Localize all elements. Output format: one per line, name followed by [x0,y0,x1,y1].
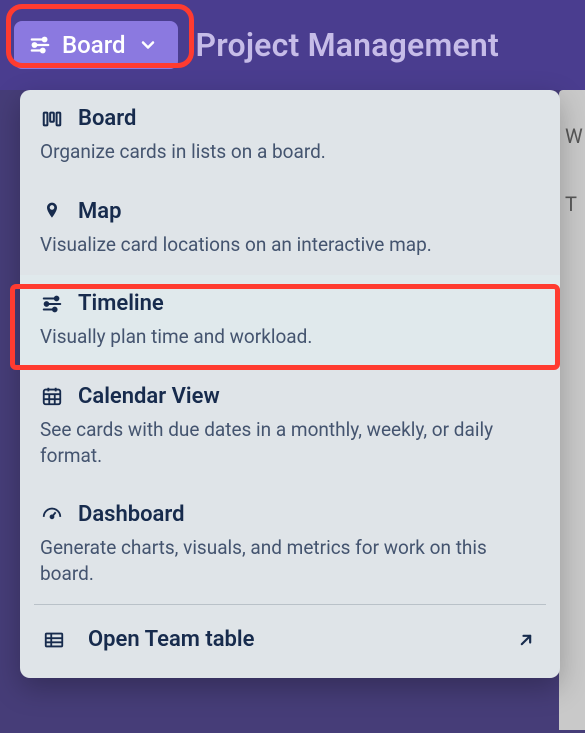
dropdown-item-title: Calendar View [78,384,220,409]
dropdown-open-team-table[interactable]: Open Team table [20,605,560,678]
topbar: Board Project Management [0,0,585,90]
dropdown-item-calendar[interactable]: Calendar View See cards with due dates i… [20,368,560,486]
table-icon [42,628,66,652]
dropdown-item-title: Map [78,199,121,224]
chevron-down-icon [136,33,160,57]
board-icon [40,107,64,131]
dropdown-item-title: Dashboard [78,502,184,527]
page-title: Project Management [196,26,499,64]
dropdown-item-desc: Visually plan time and workload. [40,324,540,350]
dropdown-open-team-table-label: Open Team table [88,627,492,652]
timeline-icon [28,33,52,57]
view-switcher-dropdown: Board Organize cards in lists on a board… [20,90,560,678]
view-switcher[interactable]: Board [14,21,178,69]
dropdown-item-desc: Visualize card locations on an interacti… [40,232,540,258]
dropdown-item-map[interactable]: Map Visualize card locations on an inter… [20,183,560,276]
dropdown-item-timeline[interactable]: Timeline Visually plan time and workload… [20,275,560,368]
dropdown-item-desc: Organize cards in lists on a board. [40,139,540,165]
view-switcher-label: Board [62,31,126,59]
gauge-icon [40,503,64,527]
dropdown-item-title: Timeline [78,291,164,316]
dropdown-item-desc: Generate charts, visuals, and metrics fo… [40,535,540,586]
dropdown-item-title: Board [78,106,136,131]
dropdown-item-dashboard[interactable]: Dashboard Generate charts, visuals, and … [20,486,560,604]
timeline-icon [40,292,64,316]
map-pin-icon [40,199,64,223]
dropdown-item-board[interactable]: Board Organize cards in lists on a board… [20,90,560,183]
calendar-icon [40,384,64,408]
open-external-icon [514,628,538,652]
dropdown-item-desc: See cards with due dates in a monthly, w… [40,417,540,468]
